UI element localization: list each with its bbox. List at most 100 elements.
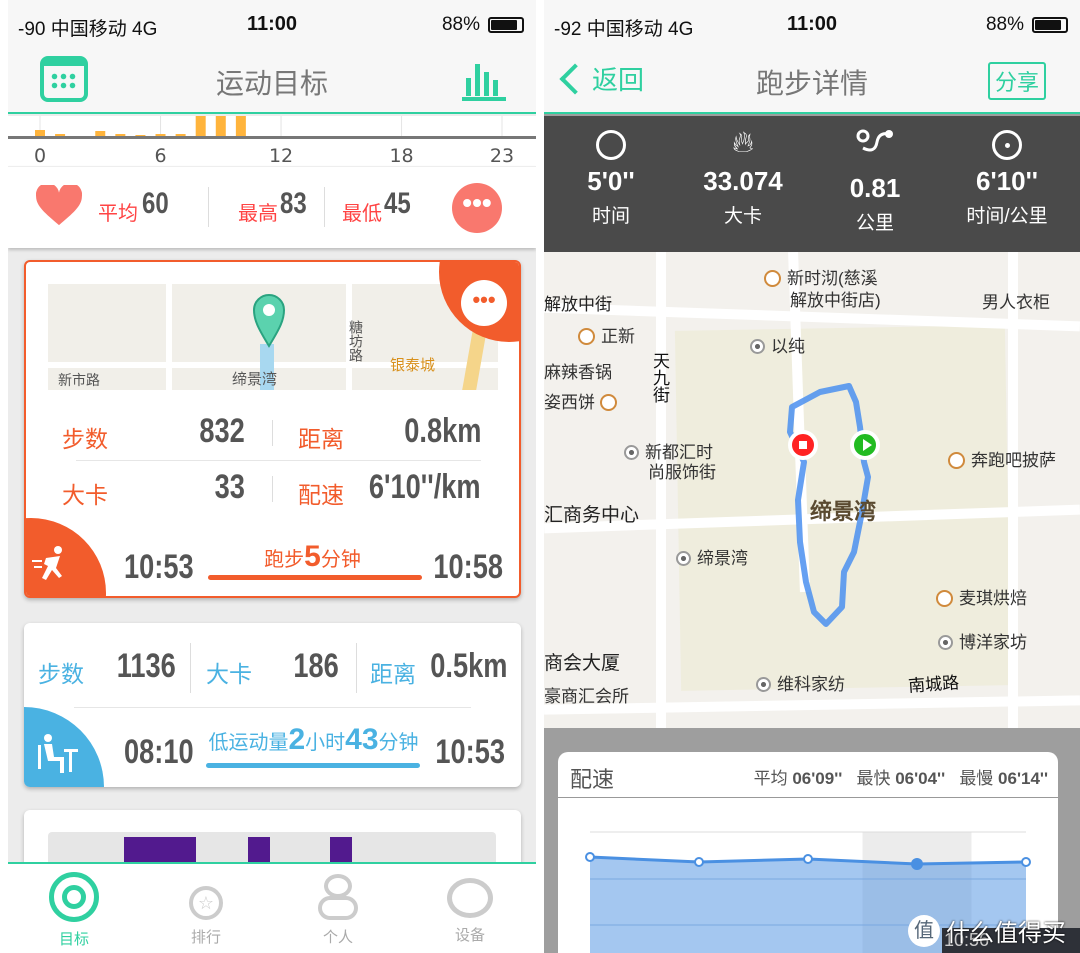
- end-time: 10:53: [435, 733, 505, 771]
- restaurant-icon: [764, 270, 781, 287]
- poi-dot-icon: [756, 677, 771, 692]
- hours-value: 2: [288, 723, 306, 756]
- distance-value: 0.8km: [403, 412, 481, 450]
- tab-goal[interactable]: 目标: [8, 868, 140, 949]
- start-time: 10:53: [124, 548, 194, 586]
- stat-value: 33.074: [703, 166, 783, 196]
- calories-value: 33: [214, 468, 245, 506]
- hour-bar: [155, 134, 166, 136]
- tab-bar: 目标 ☆ 排行 个人 设备: [8, 862, 536, 953]
- hour-bar: [175, 134, 186, 136]
- distance-label: 距离: [370, 661, 416, 687]
- stat-label: 公里: [855, 213, 894, 234]
- slow-value: 06'14'': [998, 769, 1048, 788]
- pace-point: [803, 854, 813, 864]
- avg-label: 平均: [98, 203, 138, 225]
- run-icon-badge: [26, 518, 106, 596]
- map-label: 天九街: [650, 352, 669, 403]
- x-tick-label: 6: [154, 145, 166, 166]
- more-button[interactable]: •••: [452, 183, 502, 233]
- stat-value: 0.81: [849, 173, 901, 203]
- cafe-icon: [599, 394, 617, 411]
- battery-icon: [488, 17, 524, 33]
- map-label: 解放中街店): [790, 291, 881, 310]
- hour-bar: [95, 131, 106, 136]
- steps-value: 1136: [116, 647, 176, 685]
- steps-value: 832: [199, 412, 245, 450]
- duration-bar: [208, 575, 422, 580]
- x-tick-label: 12: [269, 145, 293, 166]
- speedometer-icon: [992, 130, 1022, 160]
- min-value: 45: [384, 187, 411, 220]
- stat-time: 5'0'' 时间: [544, 122, 678, 228]
- hourly-chart: 0 6 12 18 23: [8, 116, 536, 167]
- avg-value: 60: [142, 187, 169, 220]
- tab-ranking[interactable]: ☆ 排行: [140, 868, 272, 947]
- activity-type: 跑步: [264, 549, 305, 571]
- hourly-chart-svg: 0 6 12 18 23: [8, 116, 536, 167]
- max-label: 最高: [238, 203, 278, 225]
- status-bar: -90 中国移动 4G 11:00 88%: [8, 0, 536, 50]
- map-label: 解放中街: [544, 295, 612, 314]
- battery-percent: 88%: [985, 14, 1024, 35]
- steps-label: 步数: [38, 661, 84, 687]
- sedentary-activity-card[interactable]: 步数 1136 大卡 186 距离 0.5km 08:10 低运动量2小时43分…: [24, 623, 521, 787]
- map-label: 麻辣香锅: [544, 363, 612, 382]
- minutes-unit: 分钟: [378, 732, 419, 754]
- stat-distance: 0.81 公里: [808, 122, 942, 235]
- map-label: 银泰城: [390, 357, 436, 374]
- building-icon: [676, 551, 691, 566]
- map-label: 正新: [578, 322, 635, 347]
- tab-label: 个人: [322, 929, 353, 946]
- pace-value: 6'10''/km: [369, 468, 481, 506]
- pace-point: [694, 857, 704, 867]
- tab-label: 设备: [454, 927, 485, 944]
- stat-label: 时间: [591, 206, 630, 227]
- duration-value: 5: [304, 540, 321, 573]
- medal-icon: ☆: [189, 886, 223, 920]
- tab-profile[interactable]: 个人: [272, 868, 404, 947]
- start-marker-icon: [850, 430, 880, 460]
- activity-duration: 跑步5分钟: [206, 540, 419, 574]
- bakery-icon: [936, 590, 953, 607]
- end-time: 10:58: [433, 548, 503, 586]
- pace-title: 配速: [570, 767, 615, 792]
- map-label: 豪商汇会所: [544, 687, 629, 706]
- poi-dot-icon: [624, 445, 639, 460]
- calories-value: 186: [293, 647, 339, 685]
- max-value: 83: [280, 187, 307, 220]
- pace-point: [1021, 857, 1031, 867]
- share-button[interactable]: 分享: [987, 62, 1046, 100]
- device-icon: [447, 878, 493, 918]
- pace-point: [911, 858, 923, 870]
- map-label: 维科家纺: [756, 670, 845, 695]
- steps-label: 步数: [62, 426, 108, 452]
- map-label: 博洋家坊: [938, 628, 1027, 653]
- poi-dot-icon: [750, 339, 765, 354]
- watermark-text: 什么值得买: [946, 920, 1066, 947]
- calories-label: 大卡: [206, 661, 252, 687]
- route-map[interactable]: 新时沏(慈溪 解放中街店) 解放中街 男人衣柜 正新 以纯 麻辣香锅 姿西饼 天…: [544, 252, 1080, 728]
- run-map[interactable]: 新市路 糖坊路 缔景湾 银泰城: [48, 284, 498, 390]
- stats-panel: 5'0'' 时间 🔥︎ 33.074 大卡 0.81 公里 6'10'' 时间/…: [544, 116, 1080, 252]
- hour-bar: [35, 130, 45, 136]
- restaurant-icon: [578, 328, 595, 345]
- bar-chart-icon[interactable]: [462, 58, 506, 102]
- hour-bar: [55, 134, 66, 136]
- run-activity-card[interactable]: 新市路 糖坊路 缔景湾 银泰城 ••• 步数 832 距离 0.8km 大卡 3…: [24, 260, 521, 598]
- duration-bar: [206, 763, 420, 768]
- poi-dot-icon: [938, 635, 953, 650]
- stat-value: 5'0'': [587, 166, 635, 196]
- stat-label: 大卡: [723, 206, 762, 227]
- person-icon: [324, 874, 352, 898]
- tab-device[interactable]: 设备: [404, 868, 536, 945]
- stat-pace: 6'10'' 时间/公里: [940, 122, 1074, 228]
- target-icon: [49, 872, 99, 922]
- pace-point: [585, 852, 595, 862]
- header: 返回 跑步详情 分享: [544, 50, 1080, 114]
- heart-icon: [36, 185, 82, 226]
- watermark-logo: 值: [908, 914, 940, 947]
- fast-label: 最快: [856, 769, 891, 788]
- x-tick-label: 23: [490, 145, 514, 166]
- min-label: 最低: [342, 203, 382, 225]
